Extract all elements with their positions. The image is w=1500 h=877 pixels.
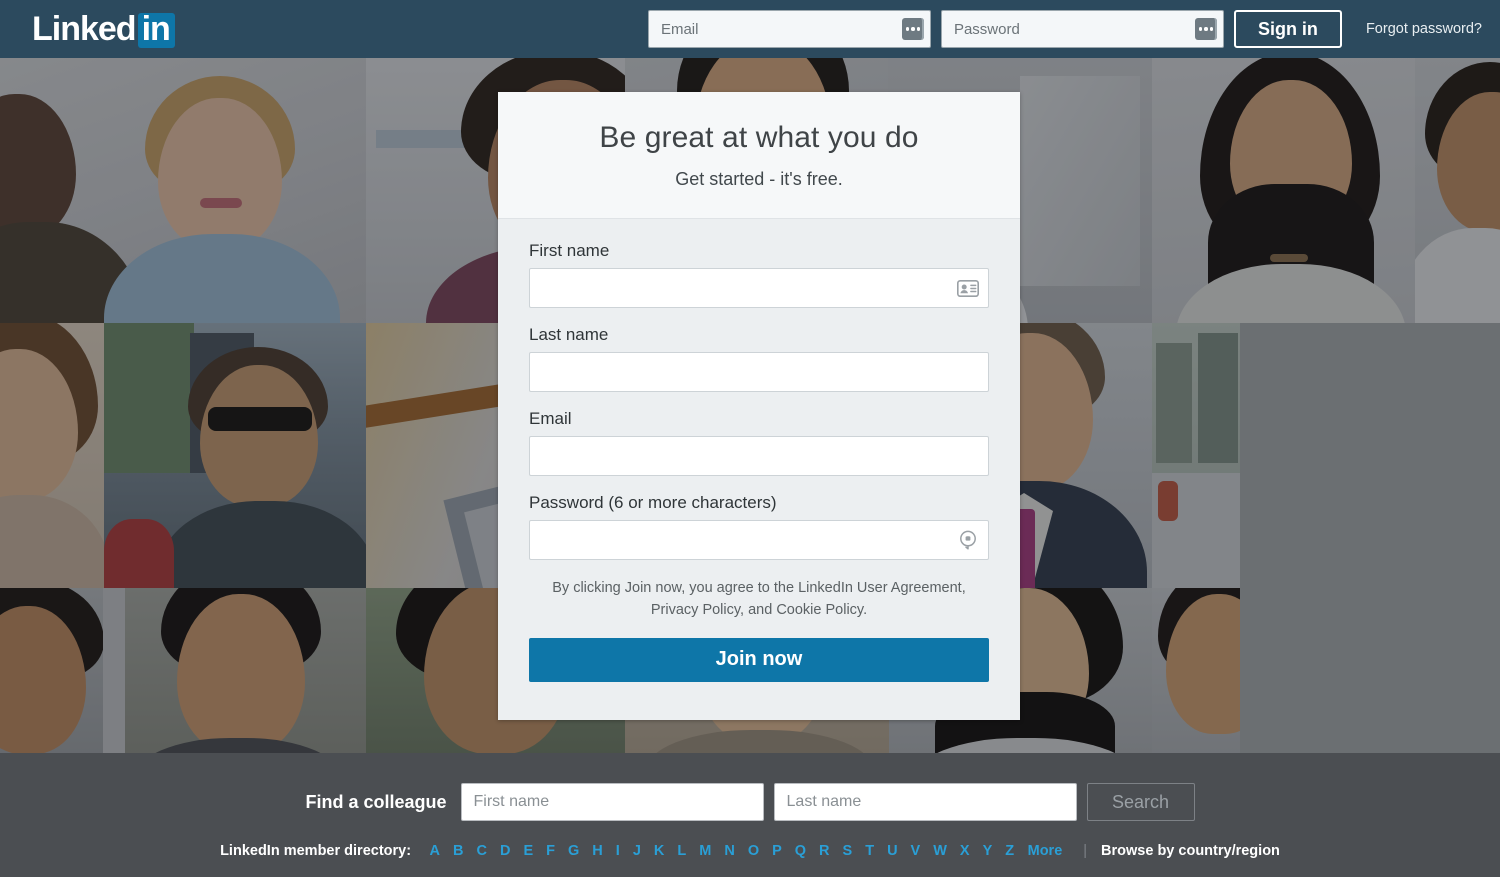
find-last-name-input[interactable] <box>773 783 1077 821</box>
directory-letter-y[interactable]: Y <box>976 843 999 859</box>
directory-letter-d[interactable]: D <box>494 843 517 859</box>
signin-email-field[interactable] <box>647 10 931 48</box>
directory-letter-l[interactable]: L <box>671 843 693 859</box>
page-footer: Find a colleague Search LinkedIn member … <box>0 753 1500 877</box>
first-name-input[interactable] <box>529 268 989 308</box>
join-now-button[interactable]: Join now <box>529 637 989 682</box>
directory-letter-n[interactable]: N <box>718 843 741 859</box>
password-label: Password (6 or more characters) <box>529 493 777 512</box>
first-name-field[interactable] <box>529 268 989 308</box>
directory-letter-v[interactable]: V <box>904 843 927 859</box>
collage-tile <box>1152 588 1240 753</box>
directory-letter-o[interactable]: O <box>741 843 765 859</box>
collage-tile <box>1415 58 1500 323</box>
forgot-password-link[interactable]: Forgot password? <box>1366 21 1482 37</box>
signin-password-field[interactable] <box>940 10 1224 48</box>
collage-tile <box>0 58 366 323</box>
signup-title: Be great at what you do <box>599 121 919 154</box>
header-signin-group: Sign in Forgot password? <box>647 10 1482 48</box>
directory-letter-q[interactable]: Q <box>788 843 812 859</box>
email-field[interactable] <box>529 436 989 476</box>
find-colleague-row: Find a colleague Search <box>0 753 1500 821</box>
directory-letter-p[interactable]: P <box>766 843 789 859</box>
directory-letter-z[interactable]: Z <box>999 843 1021 859</box>
directory-letter-e[interactable]: E <box>517 843 540 859</box>
first-name-label: First name <box>529 241 610 260</box>
autofill-dots-icon[interactable] <box>1194 18 1217 40</box>
directory-letter-u[interactable]: U <box>881 843 904 859</box>
last-name-label: Last name <box>529 325 609 344</box>
last-name-field[interactable] <box>529 352 989 392</box>
sign-in-button[interactable]: Sign in <box>1233 10 1342 48</box>
find-colleague-label: Find a colleague <box>305 791 447 812</box>
collage-tile <box>1152 323 1240 588</box>
top-navigation-bar: Linkedin Sign in Forgot password? <box>0 0 1500 58</box>
autofill-dots-icon[interactable] <box>901 18 924 40</box>
search-button[interactable]: Search <box>1086 783 1195 821</box>
directory-letter-b[interactable]: B <box>447 843 470 859</box>
directory-letter-h[interactable]: H <box>586 843 609 859</box>
member-directory-label: LinkedIn member directory: <box>220 843 412 859</box>
logo-in-badge: in <box>137 11 175 48</box>
signup-card-header: Be great at what you do Get started - it… <box>498 92 1020 219</box>
collage-tile <box>0 323 104 588</box>
collage-tile <box>1152 58 1415 323</box>
directory-letter-k[interactable]: K <box>647 843 670 859</box>
collage-tile <box>0 588 103 753</box>
linkedin-logo[interactable]: Linked in <box>32 10 175 49</box>
signup-subtitle: Get started - it's free. <box>675 169 843 189</box>
collage-tile <box>104 323 366 588</box>
find-first-name-input[interactable] <box>460 783 764 821</box>
directory-letter-a[interactable]: A <box>423 843 446 859</box>
directory-letter-g[interactable]: G <box>562 843 586 859</box>
directory-letter-c[interactable]: C <box>470 843 493 859</box>
password-input[interactable] <box>529 520 989 560</box>
signup-card: Be great at what you do Get started - it… <box>498 92 1020 720</box>
directory-letter-t[interactable]: T <box>859 843 881 859</box>
signin-password-input[interactable] <box>941 11 1223 47</box>
collage-tile <box>103 588 366 753</box>
directory-letter-r[interactable]: R <box>813 843 836 859</box>
member-directory-row: LinkedIn member directory: ABCDEFGHIJKLM… <box>0 843 1500 859</box>
directory-more-link[interactable]: More <box>1021 843 1070 859</box>
browse-country-region-link[interactable]: Browse by country/region <box>1101 843 1280 859</box>
linkedin-signup-page: Linkedin Sign in Forgot password? Be gre… <box>0 0 1500 877</box>
terms-agreement-text: By clicking Join now, you agree to the L… <box>552 580 966 619</box>
email-label: Email <box>529 409 572 428</box>
directory-letter-f[interactable]: F <box>540 843 562 859</box>
directory-letter-i[interactable]: I <box>609 843 626 859</box>
directory-letter-x[interactable]: X <box>953 843 976 859</box>
directory-letter-m[interactable]: M <box>693 843 718 859</box>
email-input[interactable] <box>529 436 989 476</box>
directory-letter-s[interactable]: S <box>836 843 859 859</box>
directory-letters: ABCDEFGHIJKLMNOPQRSTUVWXYZ <box>423 843 1021 859</box>
last-name-input[interactable] <box>529 352 989 392</box>
signin-email-input[interactable] <box>648 11 930 47</box>
logo-wordmark: Linked <box>32 9 137 48</box>
directory-letter-w[interactable]: W <box>927 843 954 859</box>
directory-letter-j[interactable]: J <box>626 843 647 859</box>
signup-form: First name Last name Email Password (6 o… <box>498 219 1020 682</box>
password-field[interactable] <box>529 520 989 560</box>
footer-separator: | <box>1083 843 1088 859</box>
